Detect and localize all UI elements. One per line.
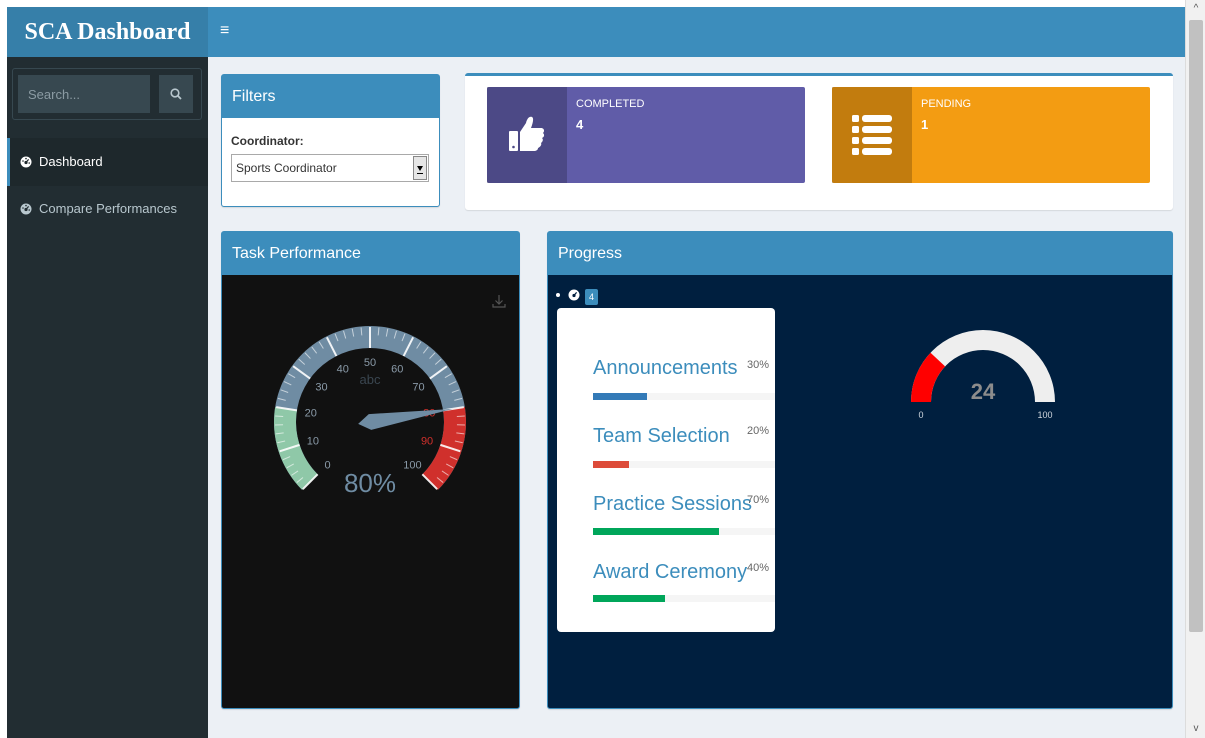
progress-bar-fill bbox=[593, 595, 665, 602]
scrollbar-thumb[interactable] bbox=[1189, 20, 1203, 632]
gauge-tick-label: 0 bbox=[325, 459, 331, 471]
scroll-up-icon[interactable]: ^ bbox=[1186, 0, 1205, 18]
thumbs-up-icon bbox=[509, 116, 545, 151]
info-icon-panel bbox=[487, 87, 567, 183]
app-logo[interactable]: SCA Dashboard bbox=[7, 7, 208, 57]
sidebar-item-compare-performances[interactable]: Compare Performances bbox=[7, 185, 208, 233]
task-percent: 30% bbox=[747, 359, 770, 371]
sidebar-item-label: Compare Performances bbox=[39, 201, 177, 216]
gauge-tick-label: 40 bbox=[337, 364, 349, 376]
dashboard-icon bbox=[20, 156, 32, 168]
filters-title: Filters bbox=[222, 75, 439, 118]
gauge-tick-label: 30 bbox=[315, 382, 327, 394]
pending-label: PENDING bbox=[921, 98, 972, 110]
task-title: Team Selection bbox=[593, 425, 730, 447]
coordinator-select[interactable]: Sports Coordinator bbox=[231, 154, 429, 182]
list-icon bbox=[852, 115, 892, 155]
vertical-scrollbar[interactable]: ^ v bbox=[1185, 0, 1205, 738]
progress-bar bbox=[593, 393, 775, 400]
task-title: Announcements bbox=[593, 357, 738, 379]
progress-bar-fill bbox=[593, 393, 647, 400]
gauge-needle bbox=[358, 408, 453, 430]
filters-box: Filters Coordinator: Sports Coordinator bbox=[221, 74, 440, 207]
task-title: Award Ceremony bbox=[593, 561, 748, 583]
progress-title: Progress bbox=[548, 232, 1172, 275]
progress-bar bbox=[593, 528, 775, 535]
tab-bullet bbox=[556, 293, 560, 297]
sidebar-item-label: Dashboard bbox=[39, 154, 103, 169]
gauge-value: 24 bbox=[971, 379, 996, 404]
browser-viewport: SCA Dashboard ≡ Search... Dashboard Comp… bbox=[0, 0, 1205, 738]
search-input[interactable] bbox=[18, 75, 150, 113]
gauge-tick-label: 90 bbox=[421, 436, 433, 448]
coordinator-select-value: Sports Coordinator bbox=[236, 161, 337, 175]
task-performance-title: Task Performance bbox=[222, 232, 519, 275]
gauge-max-label: 100 bbox=[1037, 410, 1052, 420]
gauge-tick bbox=[275, 415, 284, 418]
coordinator-label: Coordinator: bbox=[231, 134, 304, 148]
progress-bar bbox=[593, 595, 775, 602]
gauge-tick-label: 10 bbox=[307, 436, 319, 448]
task-percent: 20% bbox=[747, 425, 770, 437]
sidebar: Dashboard Compare Performances bbox=[7, 57, 208, 738]
pending-info-box: PENDING 1 bbox=[832, 87, 1150, 183]
gauge-tick-label: 60 bbox=[391, 364, 403, 376]
completed-label: COMPLETED bbox=[576, 98, 645, 110]
speedometer-gauge: 0102030405060708090100abc80% bbox=[274, 326, 466, 498]
task-progress-card: Announcements 30% Team Selection 20% Pra… bbox=[557, 308, 775, 632]
progress-box: Progress 4 Announcements 30% Team Select… bbox=[547, 231, 1173, 709]
chevron-down-icon[interactable] bbox=[413, 156, 427, 180]
scroll-down-icon[interactable]: v bbox=[1186, 720, 1205, 738]
sidebar-toggle-icon[interactable]: ≡ bbox=[220, 21, 236, 41]
sidebar-item-dashboard[interactable]: Dashboard bbox=[7, 138, 208, 186]
progress-bar-fill bbox=[593, 461, 629, 468]
gauge-tick bbox=[456, 415, 465, 418]
task-performance-box: Task Performance 0102030405060708090100a… bbox=[221, 231, 520, 709]
task-percent: 40% bbox=[747, 562, 770, 574]
gauge-tick-label: 70 bbox=[412, 382, 424, 394]
info-icon-panel bbox=[832, 87, 912, 183]
progress-bar bbox=[593, 461, 775, 468]
gauge-value: 80% bbox=[344, 468, 396, 498]
top-navbar: ≡ bbox=[208, 7, 1185, 57]
completed-count: 4 bbox=[576, 117, 584, 132]
gauge-tick-label: 100 bbox=[403, 459, 421, 471]
gauge-min-label: 0 bbox=[918, 410, 923, 420]
search-icon bbox=[170, 88, 182, 100]
progress-gauge: 24 0 100 bbox=[911, 330, 1055, 420]
task-title: Practice Sessions bbox=[593, 493, 752, 515]
summary-box: COMPLETED 4 PENDING 1 bbox=[465, 73, 1173, 210]
completed-info-box: COMPLETED 4 bbox=[487, 87, 805, 183]
search-button[interactable] bbox=[159, 75, 193, 113]
progress-bar-fill bbox=[593, 528, 719, 535]
dashboard-icon bbox=[20, 203, 32, 215]
gauge-units: abc bbox=[360, 372, 381, 387]
tab-badge: 4 bbox=[585, 289, 598, 305]
task-percent: 70% bbox=[747, 494, 770, 506]
gauge-tick-label: 20 bbox=[305, 408, 317, 420]
gauge-tick-label: 50 bbox=[364, 357, 376, 369]
dashboard-icon bbox=[568, 289, 580, 301]
pending-count: 1 bbox=[921, 117, 929, 132]
dashboard-app: SCA Dashboard ≡ Search... Dashboard Comp… bbox=[7, 7, 1185, 738]
sidebar-search-form bbox=[12, 68, 202, 120]
